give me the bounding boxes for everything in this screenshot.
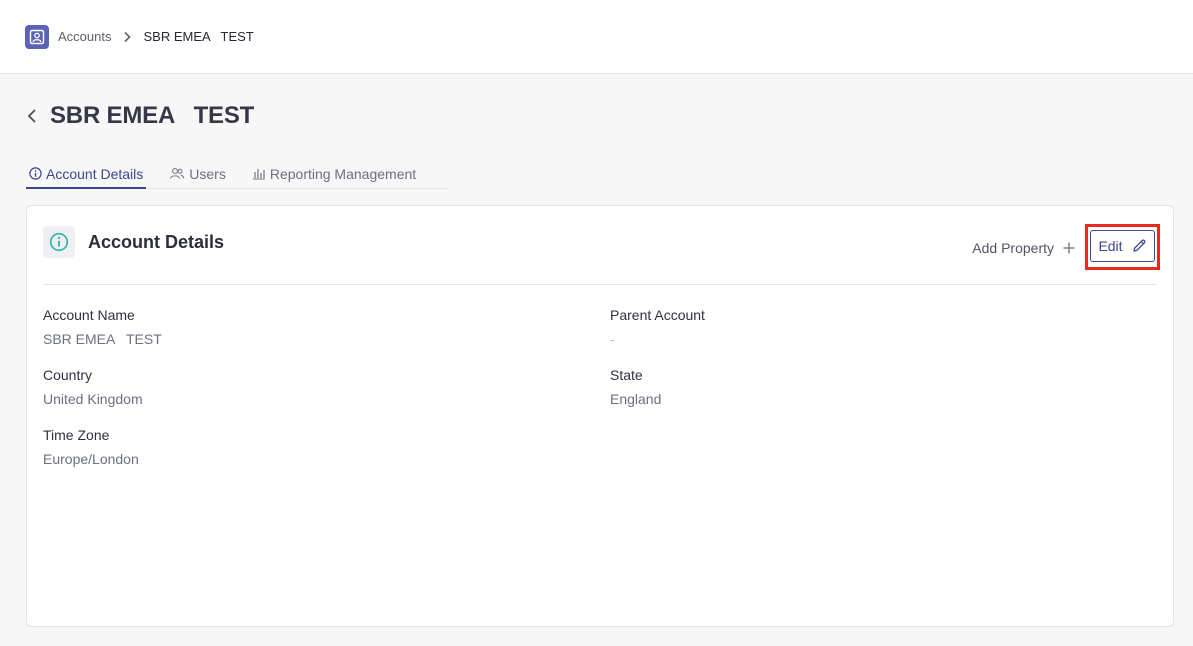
tab-reporting-management[interactable]: Reporting Management: [249, 160, 419, 187]
page-title: SBR EMEA TEST: [50, 102, 255, 129]
breadcrumb-current: SBR EMEA TEST: [143, 29, 254, 44]
field-value: SBR EMEA TEST: [43, 331, 162, 347]
card-title: Account Details: [88, 232, 225, 252]
field-label: Time Zone: [43, 427, 110, 443]
tab-label: Users: [189, 165, 226, 182]
field-value: -: [610, 331, 615, 347]
tab-label: Account Details: [46, 165, 144, 182]
field-value: England: [610, 391, 662, 407]
back-button[interactable]: [26, 105, 44, 127]
tab-bar: Account Details Users Reporting Manageme…: [26, 160, 448, 189]
pencil-icon: [1131, 238, 1147, 254]
accounts-app-icon: [25, 24, 49, 49]
users-icon: [169, 167, 185, 180]
chevron-right-icon: [123, 31, 132, 43]
field-state: State England: [610, 367, 1010, 407]
top-bar: Accounts SBR EMEA TEST: [0, 0, 1193, 74]
field-time-zone: Time Zone Europe/London: [43, 427, 443, 467]
field-country: Country United Kingdom: [43, 367, 443, 407]
title-row: SBR EMEA TEST: [26, 98, 254, 134]
info-circle-icon: [49, 232, 69, 252]
bar-chart-icon: [252, 167, 266, 180]
edit-label: Edit: [1098, 238, 1123, 254]
field-label: Parent Account: [610, 307, 705, 323]
field-label: Account Name: [43, 307, 135, 323]
field-label: State: [610, 367, 643, 383]
chevron-left-icon: [27, 109, 36, 123]
field-value: United Kingdom: [43, 391, 143, 407]
edit-button[interactable]: Edit: [1090, 230, 1155, 262]
add-property-button[interactable]: Add Property: [972, 238, 1075, 258]
info-badge: [43, 226, 75, 258]
card-header: Account Details Add Property Edit: [43, 224, 1160, 285]
plus-icon: [1063, 242, 1075, 254]
field-parent-account: Parent Account -: [610, 307, 1010, 347]
breadcrumb-accounts-link[interactable]: Accounts: [58, 29, 111, 44]
field-label: Country: [43, 367, 93, 383]
tab-account-details[interactable]: Account Details: [26, 160, 147, 189]
info-icon: [29, 167, 42, 180]
account-details-card: Account Details Add Property Edit Accoun…: [26, 205, 1174, 627]
field-account-name: Account Name SBR EMEA TEST: [43, 307, 443, 347]
field-value: Europe/London: [43, 451, 139, 467]
tab-users[interactable]: Users: [166, 160, 229, 187]
tab-label: Reporting Management: [269, 165, 417, 182]
add-property-label: Add Property: [972, 240, 1054, 256]
